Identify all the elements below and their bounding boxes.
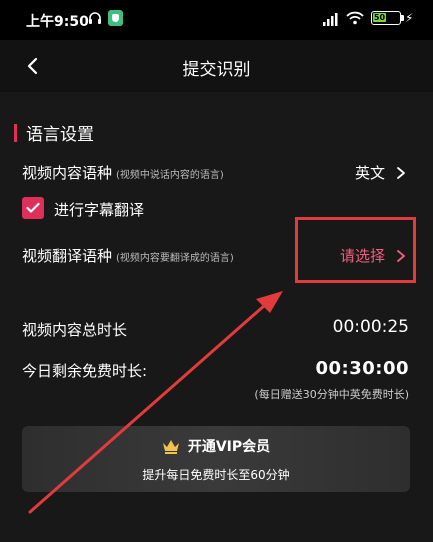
vip-upgrade-button[interactable]: 开通VIP会员 提升每日免费时长至60分钟 <box>22 426 410 492</box>
source-language-label-row: 视频内容语种 (视频中说话内容的语言) <box>22 162 224 183</box>
target-language-label-row: 视频翻译语种 (视频内容要翻译成的语言) <box>22 245 234 266</box>
source-language-hint: (视频中说话内容的语言) <box>116 170 224 181</box>
status-time: 上午9:50 <box>26 14 89 30</box>
headset-icon <box>89 12 101 24</box>
shield-icon <box>108 10 123 26</box>
source-language-label: 视频内容语种 <box>22 164 113 182</box>
page-title: 提交识别 <box>182 60 251 80</box>
total-duration-label: 视频内容总时长 <box>22 321 128 339</box>
source-language-value: 英文 <box>354 164 385 182</box>
total-duration-value: 00:00:25 <box>332 317 409 337</box>
charging-icon: ⚡ <box>405 11 414 25</box>
vip-header: 开通VIP会员 <box>22 436 410 456</box>
wifi-icon <box>346 11 364 25</box>
battery-level: 50 <box>373 13 386 22</box>
status-bar: 上午9:50 50 ⚡ <box>0 0 433 40</box>
chevron-right-icon <box>397 166 405 179</box>
free-duration-note: (每日赠送30分钟中英免费时长) <box>254 388 409 401</box>
settings-panel: 语言设置 视频内容语种 (视频中说话内容的语言) 英文 进行字幕翻译 视频翻译语种… <box>0 92 433 542</box>
vip-title: 开通VIP会员 <box>187 439 271 455</box>
annotation-highlight-box <box>295 217 416 283</box>
battery-icon: 50 <box>371 11 401 25</box>
checkmark-icon <box>26 202 40 213</box>
vip-subtitle: 提升每日免费时长至60分钟 <box>142 468 290 482</box>
target-language-label: 视频翻译语种 <box>22 247 113 265</box>
section-title: 语言设置 <box>26 125 94 145</box>
signal-icon <box>323 13 338 26</box>
subtitle-translate-label: 进行字幕翻译 <box>54 201 145 219</box>
section-header: 语言设置 <box>14 120 94 145</box>
navigation-bar: 提交识别 <box>0 40 433 92</box>
free-duration-value: 00:30:00 <box>315 358 409 379</box>
section-accent-bar <box>14 123 17 142</box>
subtitle-translate-checkbox[interactable] <box>22 197 44 219</box>
target-language-hint: (视频内容要翻译成的语言) <box>116 253 234 264</box>
free-duration-label: 今日剩余免费时长: <box>22 362 148 380</box>
source-language-select[interactable]: 英文 <box>355 162 407 183</box>
battery-tip <box>401 15 404 21</box>
crown-icon <box>162 439 179 454</box>
